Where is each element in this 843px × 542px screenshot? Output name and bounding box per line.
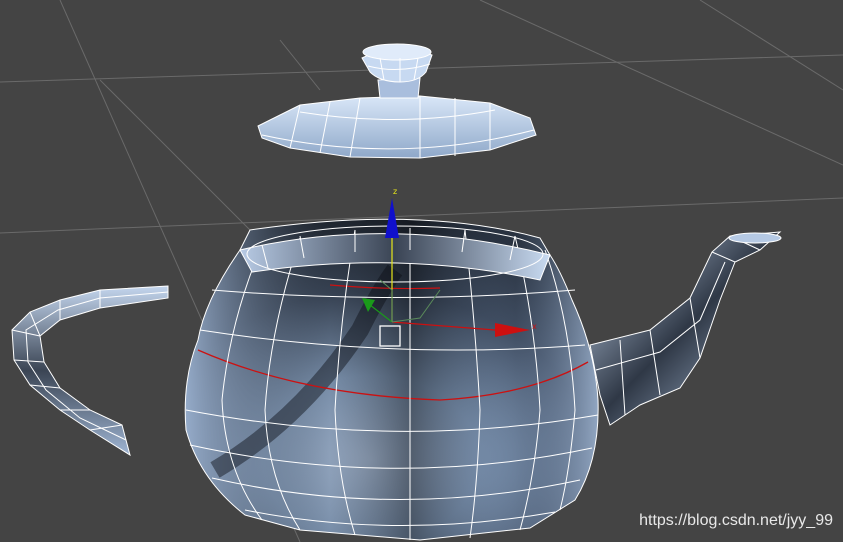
- x-axis-label: x: [532, 322, 537, 331]
- watermark: https://blog.csdn.net/jyy_99: [639, 512, 833, 529]
- scene-canvas[interactable]: [0, 0, 843, 542]
- teapot-lid[interactable]: [257, 43, 537, 159]
- z-axis-arrow[interactable]: [385, 198, 399, 238]
- z-axis-label: z: [393, 187, 398, 196]
- 3d-viewport[interactable]: z x https://blog.csdn.net/jyy_99: [0, 0, 843, 542]
- teapot-spout[interactable]: [589, 231, 782, 426]
- teapot-handle[interactable]: [11, 285, 169, 457]
